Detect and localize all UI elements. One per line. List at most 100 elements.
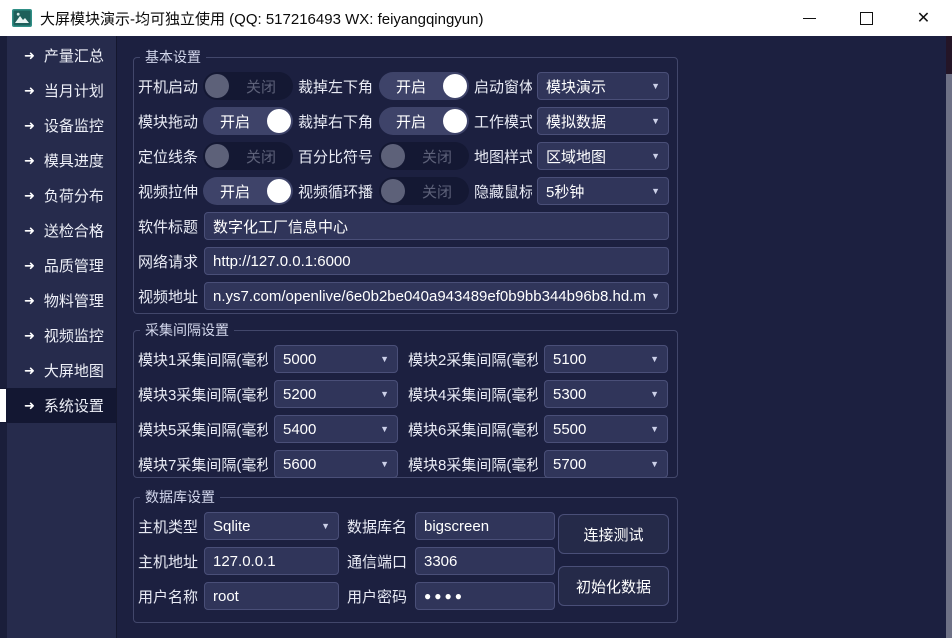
- toggle-position-line[interactable]: 关闭: [203, 142, 293, 170]
- sidebar-item-video-monitor[interactable]: ➜ 视频监控: [0, 318, 116, 353]
- select-module5-interval[interactable]: 5400 ▼: [274, 415, 398, 443]
- connection-test-button[interactable]: 连接测试: [558, 514, 669, 554]
- interval-row-2: 模块3采集间隔(毫秒) 5200 ▼ 模块4采集间隔(毫秒) 5300 ▼: [138, 380, 669, 408]
- basic-row-1: 开机启动 关闭 裁掉左下角 开启 启动窗体 模块演示 ▼: [138, 72, 669, 100]
- sidebar-item-bigscreen-map[interactable]: ➜ 大屏地图: [0, 353, 116, 388]
- sidebar-item-label: 负荷分布: [44, 185, 104, 206]
- sidebar-item-system-settings[interactable]: ➜ 系统设置: [0, 388, 116, 423]
- toggle-knob: [381, 179, 405, 203]
- chevron-down-icon: ▼: [374, 389, 389, 399]
- label-module3-interval: 模块3采集间隔(毫秒): [138, 384, 268, 405]
- select-video-address[interactable]: n.ys7.com/openlive/6e0b2be040a943489ef0b…: [204, 282, 669, 310]
- sidebar-item-label: 当月计划: [44, 80, 104, 101]
- basic-row-software-title: 软件标题 数字化工厂信息中心: [138, 212, 669, 240]
- arrow-right-icon: ➜: [24, 328, 35, 344]
- select-module2-interval[interactable]: 5100 ▼: [544, 345, 668, 373]
- label-video-stretch: 视频拉伸: [138, 181, 198, 202]
- label-crop-bottom-right: 裁掉右下角: [298, 111, 374, 132]
- toggle-knob: [205, 144, 229, 168]
- input-network-request[interactable]: http://127.0.0.1:6000: [204, 247, 669, 275]
- sidebar-item-equipment-monitor[interactable]: ➜ 设备监控: [0, 108, 116, 143]
- sidebar-item-inspection-pass[interactable]: ➜ 送检合格: [0, 213, 116, 248]
- input-username[interactable]: root: [204, 582, 339, 610]
- sidebar-item-monthly-plan[interactable]: ➜ 当月计划: [0, 73, 116, 108]
- toggle-knob: [381, 144, 405, 168]
- label-module6-interval: 模块6采集间隔(毫秒): [408, 419, 538, 440]
- select-module3-interval[interactable]: 5200 ▼: [274, 380, 398, 408]
- select-start-window[interactable]: 模块演示 ▼: [537, 72, 669, 100]
- label-module4-interval: 模块4采集间隔(毫秒): [408, 384, 538, 405]
- input-host-address[interactable]: 127.0.0.1: [204, 547, 339, 575]
- group-title: 数据库设置: [140, 489, 220, 506]
- sidebar-item-load-distribution[interactable]: ➜ 负荷分布: [0, 178, 116, 213]
- input-database-name[interactable]: bigscreen: [415, 512, 555, 540]
- close-button[interactable]: ✕: [895, 0, 952, 36]
- chevron-down-icon: ▼: [644, 459, 659, 469]
- select-map-style[interactable]: 区域地图 ▼: [537, 142, 669, 170]
- toggle-module-drag[interactable]: 开启: [203, 107, 293, 135]
- toggle-crop-bottom-left[interactable]: 开启: [379, 72, 469, 100]
- arrow-right-icon: ➜: [24, 363, 35, 379]
- select-host-type[interactable]: Sqlite ▼: [204, 512, 339, 540]
- label-module-drag: 模块拖动: [138, 111, 198, 132]
- group-basic-settings: 基本设置 开机启动 关闭 裁掉左下角 开启 启动窗体 模块演示 ▼ 模块拖动 开…: [133, 57, 678, 314]
- sidebar: ➜ 产量汇总 ➜ 当月计划 ➜ 设备监控 ➜ 模具进度 ➜ 负荷分布 ➜ 送检合…: [0, 36, 117, 638]
- maximize-button[interactable]: [838, 0, 895, 36]
- sidebar-item-label: 系统设置: [44, 395, 104, 416]
- toggle-boot-startup[interactable]: 关闭: [203, 72, 293, 100]
- input-password[interactable]: ●●●●: [415, 582, 555, 610]
- select-hide-cursor[interactable]: 5秒钟 ▼: [537, 177, 669, 205]
- interval-row-1: 模块1采集间隔(毫秒) 5000 ▼ 模块2采集间隔(毫秒) 5100 ▼: [138, 345, 669, 373]
- sidebar-item-material-management[interactable]: ➜ 物料管理: [0, 283, 116, 318]
- window-controls: ✕: [781, 0, 952, 36]
- basic-row-video-address: 视频地址 n.ys7.com/openlive/6e0b2be040a94348…: [138, 282, 669, 310]
- label-host-address: 主机地址: [138, 551, 198, 572]
- init-data-button[interactable]: 初始化数据: [558, 566, 669, 606]
- arrow-right-icon: ➜: [24, 48, 35, 64]
- toggle-crop-bottom-right[interactable]: 开启: [379, 107, 469, 135]
- arrow-right-icon: ➜: [24, 83, 35, 99]
- label-hide-cursor: 隐藏鼠标: [474, 181, 532, 202]
- minimize-button[interactable]: [781, 0, 838, 36]
- group-database-settings: 数据库设置 主机类型 Sqlite ▼ 数据库名 bigscreen 主机地址 …: [133, 497, 678, 623]
- input-software-title[interactable]: 数字化工厂信息中心: [204, 212, 669, 240]
- app-icon: [12, 9, 32, 27]
- label-map-style: 地图样式: [474, 146, 532, 167]
- label-work-mode: 工作模式: [474, 111, 532, 132]
- label-network-request: 网络请求: [138, 251, 198, 272]
- sidebar-item-label: 品质管理: [44, 255, 104, 276]
- sidebar-item-label: 送检合格: [44, 220, 104, 241]
- label-crop-bottom-left: 裁掉左下角: [298, 76, 374, 97]
- label-module1-interval: 模块1采集间隔(毫秒): [138, 349, 268, 370]
- select-module4-interval[interactable]: 5300 ▼: [544, 380, 668, 408]
- label-percent-symbol: 百分比符号: [298, 146, 374, 167]
- vertical-scrollbar[interactable]: [946, 36, 952, 638]
- group-title: 采集间隔设置: [140, 322, 234, 339]
- sidebar-item-quality-management[interactable]: ➜ 品质管理: [0, 248, 116, 283]
- label-port: 通信端口: [347, 551, 409, 572]
- arrow-right-icon: ➜: [24, 153, 35, 169]
- toggle-percent-symbol[interactable]: 关闭: [379, 142, 469, 170]
- chevron-down-icon: ▼: [645, 151, 660, 161]
- toggle-video-stretch[interactable]: 开启: [203, 177, 293, 205]
- label-start-window: 启动窗体: [474, 76, 532, 97]
- sidebar-item-mold-progress[interactable]: ➜ 模具进度: [0, 143, 116, 178]
- scrollbar-thumb[interactable]: [946, 36, 952, 74]
- basic-row-3: 定位线条 关闭 百分比符号 关闭 地图样式 区域地图 ▼: [138, 142, 669, 170]
- interval-row-3: 模块5采集间隔(毫秒) 5400 ▼ 模块6采集间隔(毫秒) 5500 ▼: [138, 415, 669, 443]
- chevron-down-icon: ▼: [644, 389, 659, 399]
- sidebar-item-production-summary[interactable]: ➜ 产量汇总: [0, 38, 116, 73]
- chevron-down-icon: ▼: [374, 459, 389, 469]
- select-module6-interval[interactable]: 5500 ▼: [544, 415, 668, 443]
- toggle-video-loop[interactable]: 关闭: [379, 177, 469, 205]
- select-module1-interval[interactable]: 5000 ▼: [274, 345, 398, 373]
- label-username: 用户名称: [138, 586, 198, 607]
- label-video-loop: 视频循环播: [298, 181, 374, 202]
- toggle-knob: [205, 74, 229, 98]
- select-module8-interval[interactable]: 5700 ▼: [544, 450, 668, 478]
- label-video-address: 视频地址: [138, 286, 198, 307]
- input-port[interactable]: 3306: [415, 547, 555, 575]
- label-host-type: 主机类型: [138, 516, 198, 537]
- select-module7-interval[interactable]: 5600 ▼: [274, 450, 398, 478]
- select-work-mode[interactable]: 模拟数据 ▼: [537, 107, 669, 135]
